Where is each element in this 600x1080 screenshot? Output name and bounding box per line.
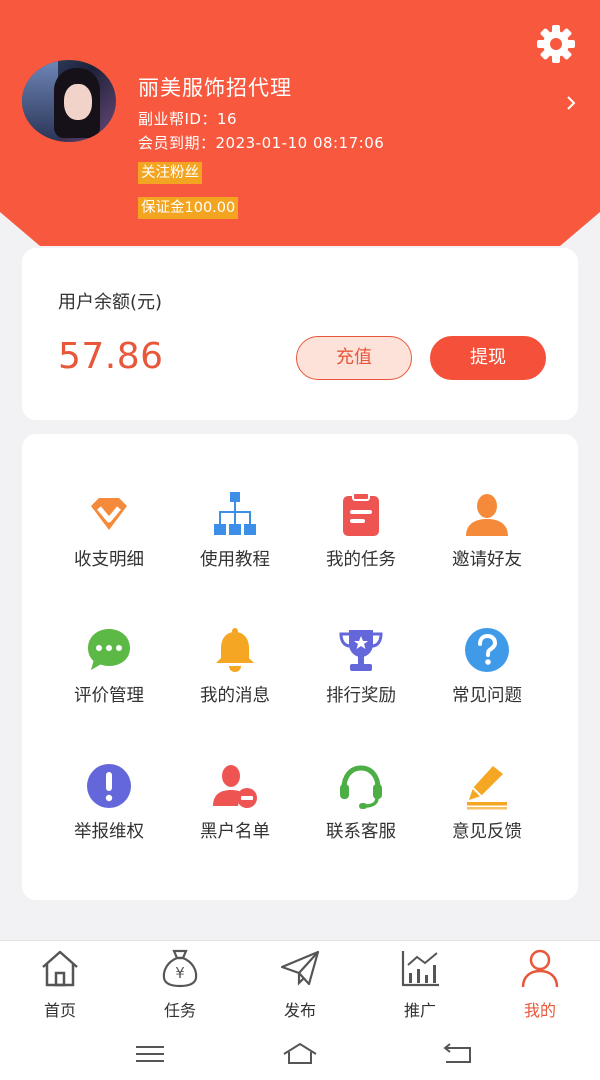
person-icon <box>521 949 559 988</box>
menu-item-report[interactable]: 举报维权 <box>46 762 172 872</box>
tab-label: 首页 <box>43 1001 76 1020</box>
menu-item-invite-friends[interactable]: 邀请好友 <box>424 490 550 600</box>
menu-label: 排行奖励 <box>326 686 396 706</box>
menu-item-messages[interactable]: 我的消息 <box>172 626 298 736</box>
menu-label: 邀请好友 <box>452 550 522 570</box>
menu-item-feedback[interactable]: 意见反馈 <box>424 762 550 872</box>
pen-icon <box>467 766 507 810</box>
tab-tasks[interactable]: ¥ 任务 <box>120 941 240 1031</box>
settings-gear-icon[interactable] <box>534 22 578 66</box>
menu-label: 我的消息 <box>200 686 270 706</box>
balance-value: 57.86 <box>58 336 164 377</box>
tab-label: 推广 <box>403 1001 436 1020</box>
bell-icon <box>216 628 254 672</box>
profile-name: 丽美服饰招代理 <box>138 76 292 100</box>
chat-icon <box>88 629 130 670</box>
withdraw-button[interactable]: 提现 <box>430 336 546 380</box>
menu-label: 评价管理 <box>74 686 144 706</box>
menu-grid: 收支明细 使用教程 我的任务 邀请好友 评价管理 我的消息 排行奖励 常见问题 … <box>22 434 578 900</box>
avatar[interactable] <box>22 60 116 142</box>
home-nav-icon[interactable] <box>280 1038 320 1070</box>
svg-text:¥: ¥ <box>175 964 185 982</box>
recharge-button[interactable]: 充值 <box>296 336 412 380</box>
menu-label: 意见反馈 <box>452 822 522 842</box>
profile-id: 副业帮ID：16 <box>138 110 238 128</box>
menu-item-reviews[interactable]: 评价管理 <box>46 626 172 736</box>
trophy-icon <box>339 630 383 671</box>
menu-label: 联系客服 <box>326 822 396 842</box>
chart-icon <box>401 951 439 987</box>
tab-label: 任务 <box>163 1001 196 1020</box>
system-nav-bar <box>0 1030 600 1080</box>
menu-item-my-tasks[interactable]: 我的任务 <box>298 490 424 600</box>
tab-home[interactable]: 首页 <box>0 941 120 1031</box>
diamond-icon <box>91 498 127 530</box>
menu-label: 我的任务 <box>326 550 396 570</box>
menu-item-ranking-rewards[interactable]: 排行奖励 <box>298 626 424 736</box>
back-icon[interactable] <box>438 1038 478 1070</box>
question-icon <box>465 628 509 672</box>
chevron-right-icon[interactable] <box>564 96 578 110</box>
menu-label: 举报维权 <box>74 822 144 842</box>
membership-expiry: 会员到期：2023-01-10 08:17:06 <box>138 134 385 152</box>
menu-label: 使用教程 <box>200 550 270 570</box>
menu-item-customer-service[interactable]: 联系客服 <box>298 762 424 872</box>
tab-label: 我的 <box>523 1001 556 1020</box>
home-icon <box>42 950 78 987</box>
menu-label: 黑户名单 <box>200 822 270 842</box>
menu-item-tutorial[interactable]: 使用教程 <box>172 490 298 600</box>
menu-label: 收支明细 <box>74 550 144 570</box>
tab-promote[interactable]: 推广 <box>360 941 480 1031</box>
user-icon <box>466 494 508 536</box>
clipboard-icon <box>343 492 379 536</box>
bottom-tab-bar: 首页 ¥ 任务 发布 推广 我的 <box>0 940 600 1030</box>
hierarchy-icon <box>214 492 256 535</box>
headset-icon <box>340 765 382 809</box>
follow-fans-tag[interactable]: 关注粉丝 <box>138 162 202 184</box>
menu-item-blacklist[interactable]: 黑户名单 <box>172 762 298 872</box>
exclamation-icon <box>87 764 131 808</box>
balance-card: 用户余额(元) 57.86 充值 提现 <box>22 248 578 420</box>
money-bag-icon: ¥ <box>162 949 198 988</box>
menu-icon[interactable] <box>130 1038 170 1070</box>
deposit-tag: 保证金100.00 <box>138 197 239 219</box>
menu-item-faq[interactable]: 常见问题 <box>424 626 550 736</box>
menu-label: 常见问题 <box>452 686 522 706</box>
user-block-icon <box>213 765 257 808</box>
send-icon <box>280 950 320 986</box>
tab-publish[interactable]: 发布 <box>240 941 360 1031</box>
tab-label: 发布 <box>283 1001 316 1020</box>
tab-mine[interactable]: 我的 <box>480 941 600 1031</box>
menu-item-income-expense[interactable]: 收支明细 <box>46 490 172 600</box>
balance-label: 用户余额(元) <box>58 292 163 313</box>
